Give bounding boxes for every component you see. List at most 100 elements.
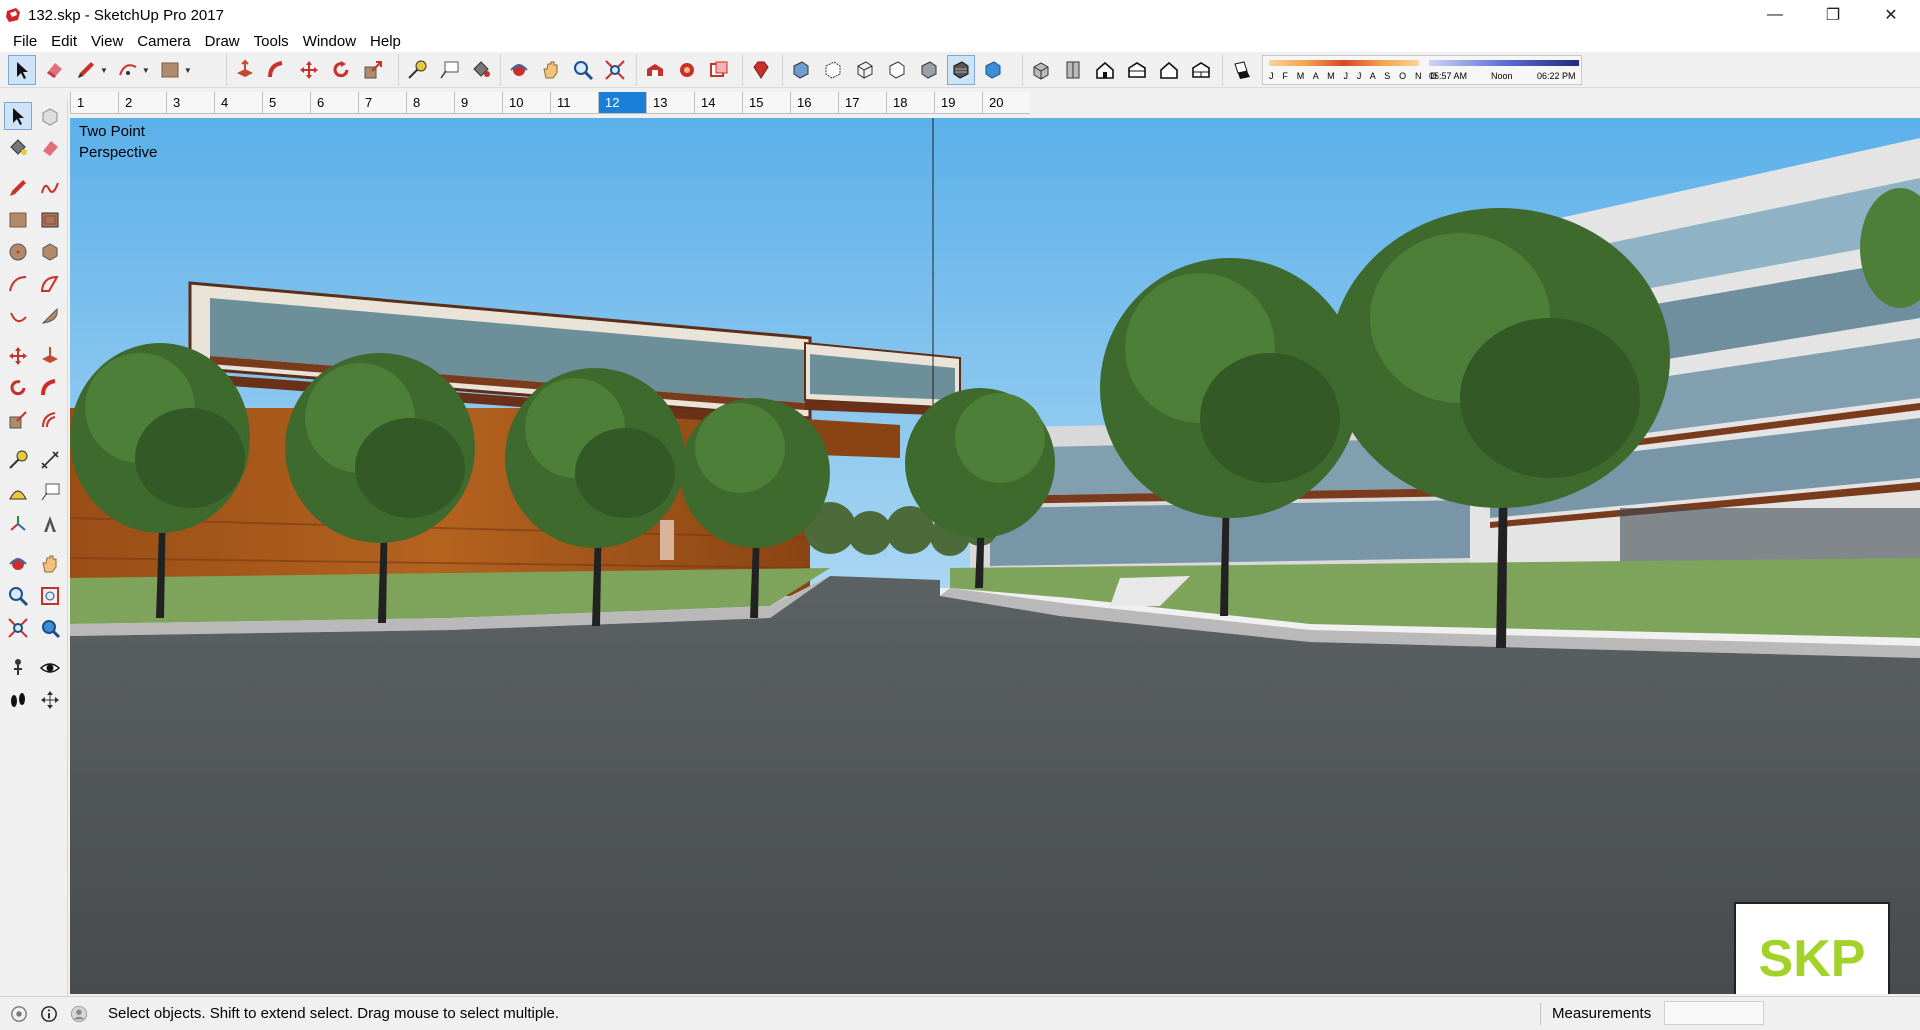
menu-tools[interactable]: Tools xyxy=(247,33,296,50)
text-tool[interactable] xyxy=(435,55,463,85)
minimize-button[interactable]: — xyxy=(1746,0,1804,30)
top-view-button[interactable] xyxy=(1059,55,1087,85)
scene-tab-15[interactable]: 15 xyxy=(742,92,790,114)
lt-line-tool[interactable] xyxy=(4,174,32,202)
menu-draw[interactable]: Draw xyxy=(198,33,247,50)
select-tool[interactable] xyxy=(8,55,36,85)
monochrome-button[interactable] xyxy=(979,55,1007,85)
time-slider[interactable] xyxy=(1429,60,1579,66)
rectangle-tool[interactable] xyxy=(156,55,184,85)
rendered-scene[interactable] xyxy=(70,118,1920,994)
lt-text-tool[interactable] xyxy=(36,478,64,506)
paint-bucket-tool[interactable] xyxy=(467,55,495,85)
chevron-down-icon[interactable]: ▼ xyxy=(142,66,150,75)
lt-rectangle-tool[interactable] xyxy=(4,206,32,234)
shaded-button[interactable] xyxy=(915,55,943,85)
move-tool[interactable] xyxy=(295,55,323,85)
lt-3dtext-tool[interactable] xyxy=(36,510,64,538)
scene-tab-16[interactable]: 16 xyxy=(790,92,838,114)
model-viewport[interactable]: Two Point Perspective SKP xyxy=(70,118,1920,994)
lt-polygon-tool[interactable] xyxy=(36,238,64,266)
lt-previous-view-tool[interactable] xyxy=(36,614,64,642)
scene-tab-6[interactable]: 6 xyxy=(310,92,358,114)
arc-tool[interactable] xyxy=(114,55,142,85)
scene-tab-17[interactable]: 17 xyxy=(838,92,886,114)
menu-file[interactable]: File xyxy=(6,33,44,50)
lt-walk-tool[interactable] xyxy=(4,686,32,714)
scene-tab-7[interactable]: 7 xyxy=(358,92,406,114)
lt-pushpull-tool[interactable] xyxy=(36,342,64,370)
zoom-extents-tool[interactable] xyxy=(601,55,629,85)
lt-axes-tool[interactable] xyxy=(4,510,32,538)
lt-circle-tool[interactable] xyxy=(4,238,32,266)
geo-location-icon[interactable] xyxy=(8,1003,30,1025)
menu-view[interactable]: View xyxy=(84,33,130,50)
rotate-tool[interactable] xyxy=(327,55,355,85)
lt-2point-arc-tool[interactable] xyxy=(36,270,64,298)
lt-scale-tool[interactable] xyxy=(4,406,32,434)
scene-tab-4[interactable]: 4 xyxy=(214,92,262,114)
measurements-input[interactable] xyxy=(1664,1001,1764,1025)
menu-help[interactable]: Help xyxy=(363,33,408,50)
scene-tab-12[interactable]: 12 xyxy=(598,92,646,114)
layout-button[interactable] xyxy=(705,55,733,85)
front-view-button[interactable] xyxy=(1091,55,1119,85)
scene-tab-2[interactable]: 2 xyxy=(118,92,166,114)
extension-warehouse-button[interactable] xyxy=(673,55,701,85)
scene-tab-9[interactable]: 9 xyxy=(454,92,502,114)
push-pull-tool[interactable] xyxy=(231,55,259,85)
scene-tab-19[interactable]: 19 xyxy=(934,92,982,114)
wireframe-button[interactable] xyxy=(851,55,879,85)
scene-tab-14[interactable]: 14 xyxy=(694,92,742,114)
lt-zoom-window-tool[interactable] xyxy=(36,582,64,610)
shadows-toggle[interactable] xyxy=(1227,55,1255,85)
lt-look-around-tool[interactable] xyxy=(36,654,64,682)
pan-tool[interactable] xyxy=(537,55,565,85)
lt-pie-tool[interactable] xyxy=(36,302,64,330)
scene-tab-3[interactable]: 3 xyxy=(166,92,214,114)
restore-button[interactable]: ❐ xyxy=(1804,0,1862,30)
user-icon[interactable] xyxy=(68,1003,90,1025)
lt-rotate-tool[interactable] xyxy=(4,374,32,402)
lt-paint-tool[interactable] xyxy=(4,134,32,162)
lt-arc-tool[interactable] xyxy=(4,270,32,298)
zoom-tool[interactable] xyxy=(569,55,597,85)
lt-position-camera-tool[interactable] xyxy=(4,654,32,682)
scene-tab-11[interactable]: 11 xyxy=(550,92,598,114)
ruby-console-button[interactable] xyxy=(747,55,775,85)
lt-eraser-tool[interactable] xyxy=(36,134,64,162)
scene-tab-13[interactable]: 13 xyxy=(646,92,694,114)
scene-tab-5[interactable]: 5 xyxy=(262,92,310,114)
lt-section-plane-tool[interactable] xyxy=(36,686,64,714)
chevron-down-icon[interactable]: ▼ xyxy=(100,66,108,75)
close-button[interactable]: ✕ xyxy=(1862,0,1920,30)
lt-followme-tool[interactable] xyxy=(36,374,64,402)
month-slider[interactable] xyxy=(1269,60,1419,66)
menu-camera[interactable]: Camera xyxy=(130,33,197,50)
lt-component-tool[interactable] xyxy=(36,102,64,130)
hidden-line-button[interactable] xyxy=(883,55,911,85)
orbit-tool[interactable] xyxy=(505,55,533,85)
lt-rotated-rectangle-tool[interactable] xyxy=(36,206,64,234)
credits-icon[interactable] xyxy=(38,1003,60,1025)
left-view-button[interactable] xyxy=(1187,55,1215,85)
lt-pan-tool[interactable] xyxy=(36,550,64,578)
back-view-button[interactable] xyxy=(1155,55,1183,85)
menu-window[interactable]: Window xyxy=(296,33,363,50)
pencil-tool[interactable] xyxy=(72,55,100,85)
back-edges-button[interactable] xyxy=(819,55,847,85)
lt-3point-arc-tool[interactable] xyxy=(4,302,32,330)
scale-tool[interactable] xyxy=(359,55,387,85)
lt-select-tool[interactable] xyxy=(4,102,32,130)
right-view-button[interactable] xyxy=(1123,55,1151,85)
lt-dimension-tool[interactable] xyxy=(36,446,64,474)
lt-freehand-tool[interactable] xyxy=(36,174,64,202)
scene-tab-18[interactable]: 18 xyxy=(886,92,934,114)
shaded-textures-button[interactable] xyxy=(947,55,975,85)
3d-warehouse-button[interactable] xyxy=(641,55,669,85)
lt-tape-tool[interactable] xyxy=(4,446,32,474)
menu-edit[interactable]: Edit xyxy=(44,33,84,50)
lt-protractor-tool[interactable] xyxy=(4,478,32,506)
lt-zoom-extents-tool[interactable] xyxy=(4,614,32,642)
lt-offset-tool[interactable] xyxy=(36,406,64,434)
